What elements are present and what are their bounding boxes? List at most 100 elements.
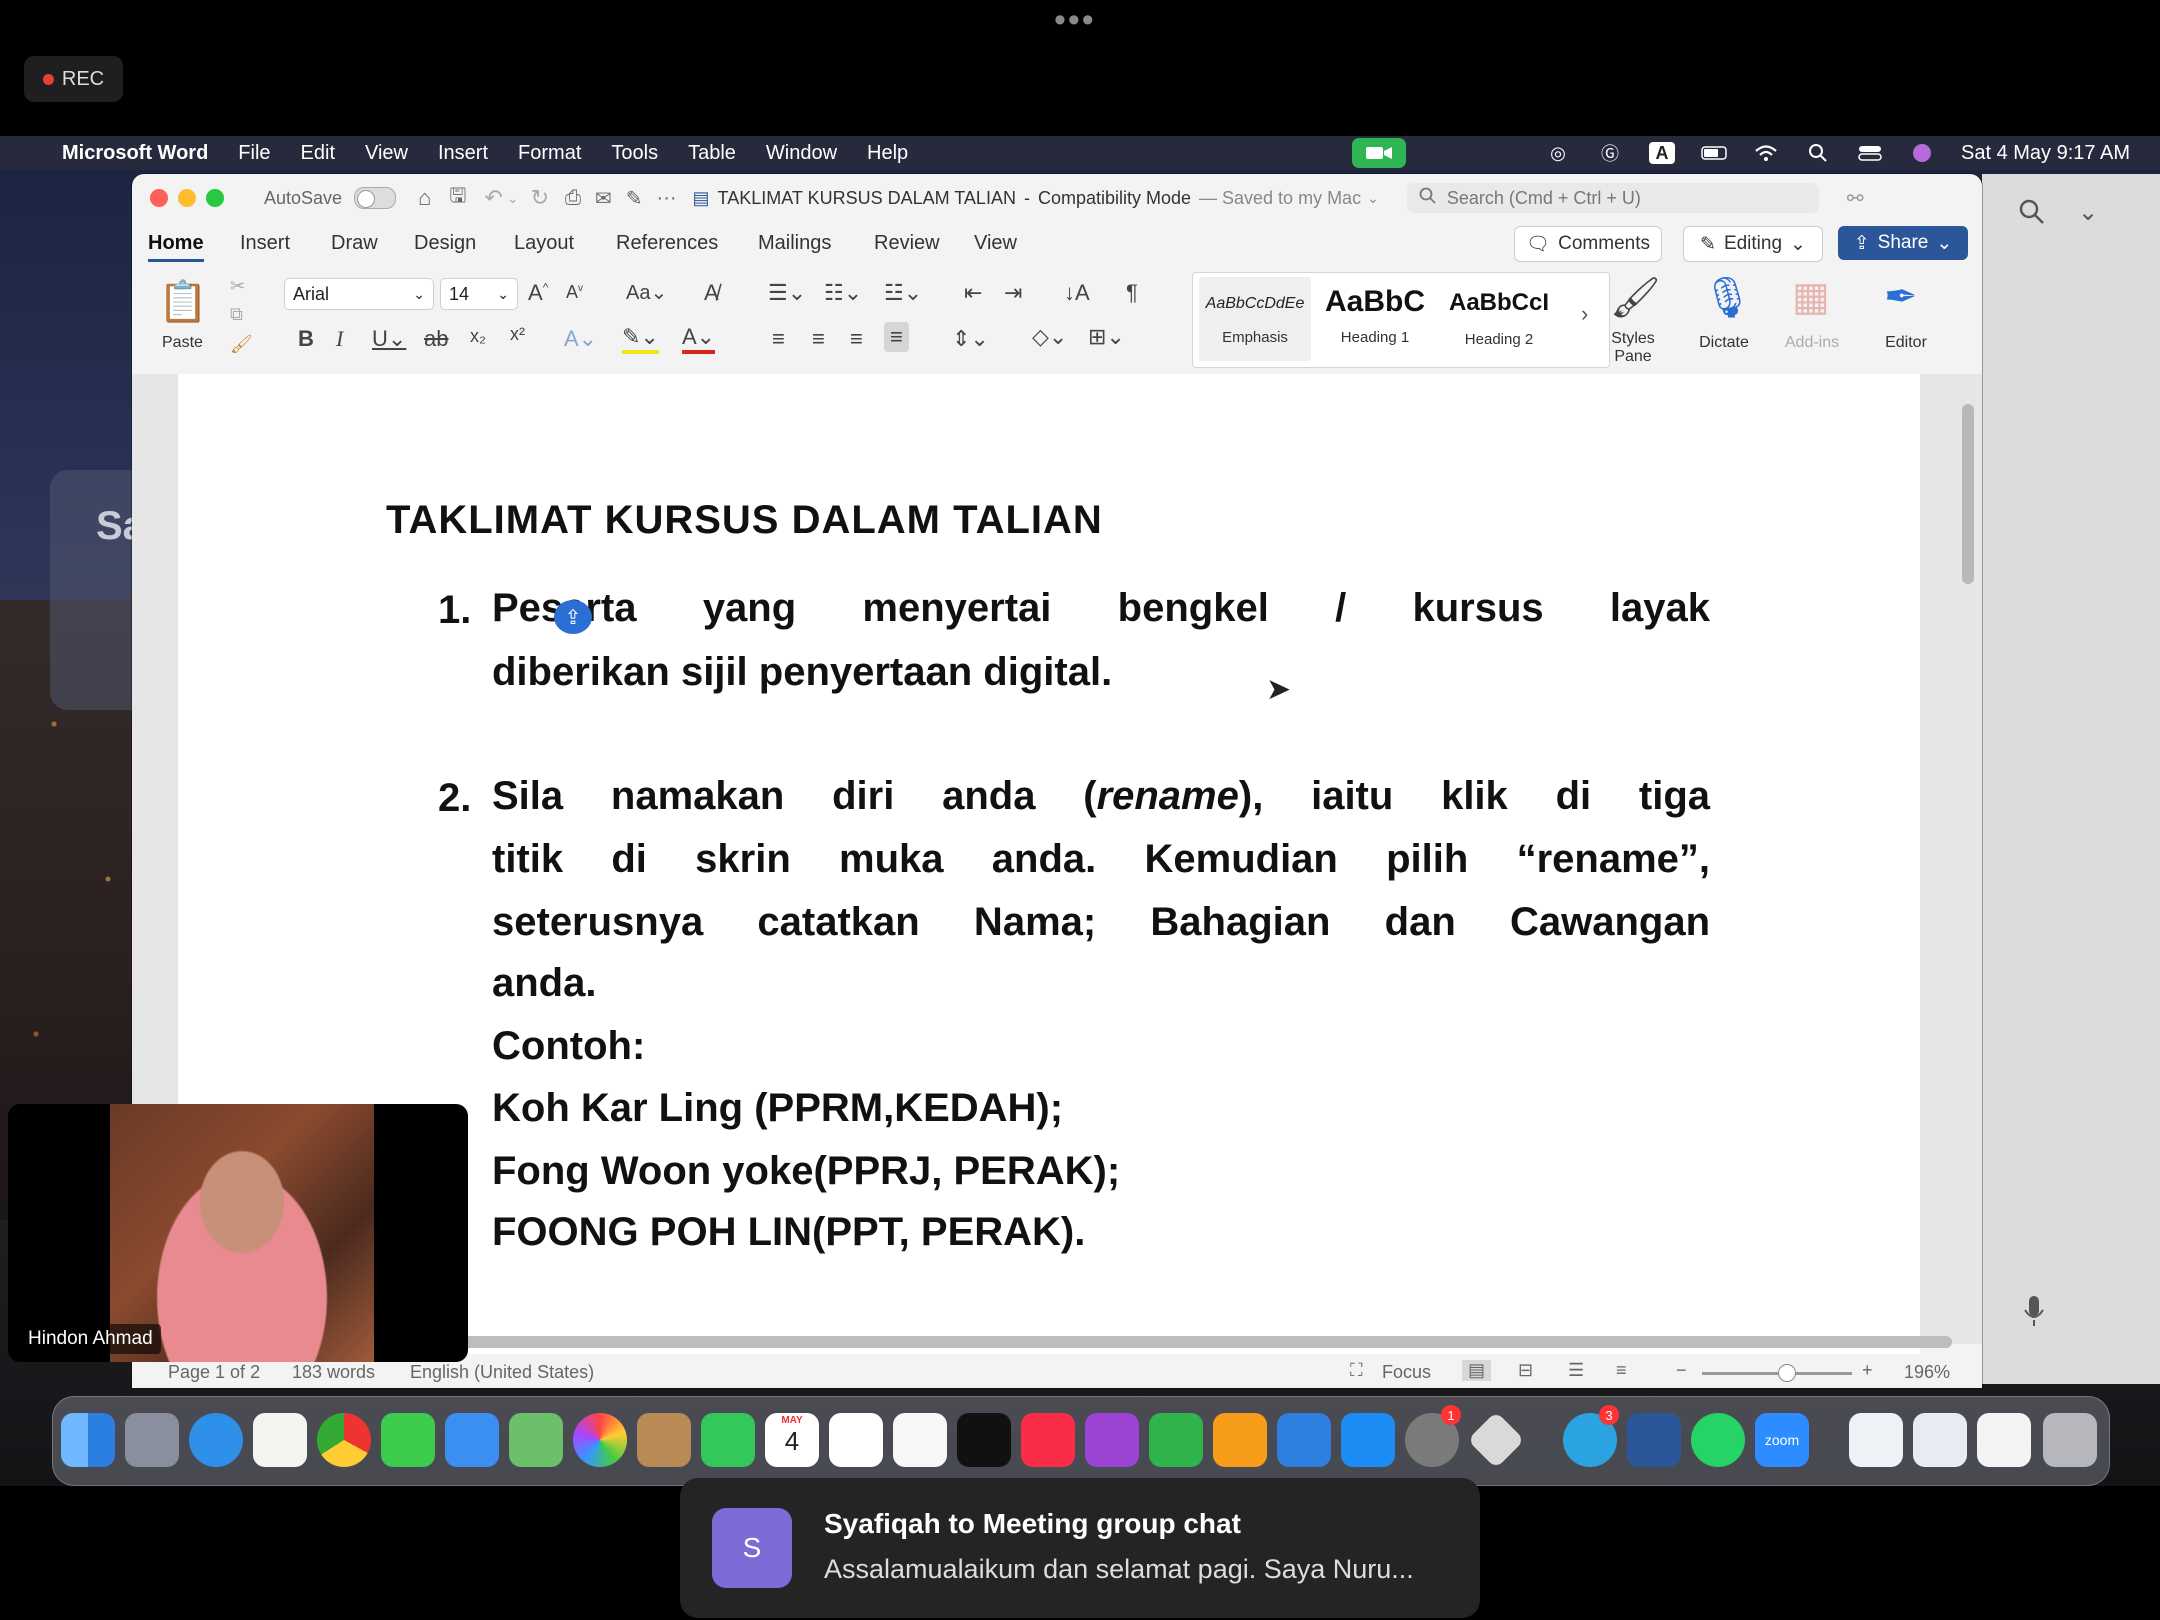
photos-icon[interactable] <box>573 1413 627 1467</box>
search-icon[interactable] <box>2018 198 2046 231</box>
zoom-slider[interactable] <box>1702 1372 1852 1375</box>
grammarly-icon[interactable]: Ⓖ <box>1597 142 1623 164</box>
search-box[interactable]: Search (Cmd + Ctrl + U) <box>1406 183 1819 213</box>
tab-design[interactable]: Design <box>414 232 476 255</box>
microphone-icon[interactable]: 🎙 <box>1702 274 1753 321</box>
email-icon[interactable]: ✉ <box>595 186 612 211</box>
tab-mailings[interactable]: Mailings <box>758 232 831 255</box>
save-icon[interactable]: 🖫 <box>449 181 466 215</box>
numbers-icon[interactable] <box>1149 1413 1203 1467</box>
tab-review[interactable]: Review <box>874 232 940 255</box>
numbering-icon[interactable]: ☷⌄ <box>824 280 862 306</box>
more-options-icon[interactable]: ••• <box>1054 3 1096 37</box>
clear-formatting-icon[interactable]: A̸ <box>704 280 719 306</box>
tab-home[interactable]: Home <box>148 232 204 262</box>
add-ins-icon[interactable]: ▦ <box>1792 274 1830 320</box>
menubar-datetime[interactable]: Sat 4 May 9:17 AM <box>1961 142 2130 165</box>
font-name-select[interactable]: Arial ⌄ <box>284 278 434 310</box>
add-ins-button[interactable]: Add-ins <box>1772 334 1852 352</box>
menu-format[interactable]: Format <box>518 142 581 165</box>
print-layout-icon[interactable]: ▤ <box>1462 1360 1492 1381</box>
style-heading-1[interactable]: AaBbC Heading 1 <box>1319 277 1431 361</box>
page-count[interactable]: Page 1 of 2 <box>168 1362 260 1383</box>
grow-font-icon[interactable]: A^ <box>528 280 548 306</box>
highlight-icon[interactable]: ✎⌄ <box>622 324 659 354</box>
show-formatting-marks-icon[interactable]: ¶ <box>1126 280 1138 306</box>
save-as-icon[interactable]: ✎ <box>626 186 643 211</box>
chevron-down-icon[interactable]: ⌄ <box>1367 190 1379 207</box>
menu-window[interactable]: Window <box>766 142 837 165</box>
tab-layout[interactable]: Layout <box>514 232 574 255</box>
menu-help[interactable]: Help <box>867 142 908 165</box>
safari-icon[interactable] <box>189 1413 243 1467</box>
editor-button[interactable]: Editor <box>1866 334 1946 352</box>
font-color-icon[interactable]: A⌄ <box>682 324 716 354</box>
align-center-icon[interactable]: ≡ <box>812 326 825 352</box>
freeform-icon[interactable] <box>893 1413 947 1467</box>
pages-icon[interactable] <box>1213 1413 1267 1467</box>
menu-app-name[interactable]: Microsoft Word <box>62 142 208 165</box>
system-settings-icon[interactable]: 1 <box>1405 1405 1461 1467</box>
minimize-window-button[interactable] <box>178 189 196 207</box>
menu-table[interactable]: Table <box>688 142 736 165</box>
language-status[interactable]: English (United States) <box>410 1362 594 1383</box>
apple-tv-icon[interactable] <box>957 1413 1011 1467</box>
roblox-icon[interactable] <box>1467 1411 1525 1469</box>
multilevel-list-icon[interactable]: ☳⌄ <box>884 280 922 306</box>
keynote-icon[interactable] <box>1277 1413 1331 1467</box>
cut-icon[interactable]: ✂ <box>230 276 245 297</box>
microphone-icon[interactable] <box>2022 1294 2046 1333</box>
music-icon[interactable] <box>1021 1413 1075 1467</box>
app-store-icon[interactable] <box>1341 1413 1395 1467</box>
input-source-icon[interactable]: A <box>1649 142 1676 164</box>
styles-more-chevron-icon[interactable]: › <box>1581 301 1588 327</box>
bullets-icon[interactable]: ☰⌄ <box>768 280 806 306</box>
close-window-button[interactable] <box>150 189 168 207</box>
downloads-stack-icon[interactable] <box>1913 1413 1967 1467</box>
styles-pane-button[interactable]: Styles Pane <box>1598 330 1668 366</box>
format-painter-icon[interactable]: 🖌 <box>230 334 253 355</box>
menu-file[interactable]: File <box>238 142 270 165</box>
wifi-icon[interactable] <box>1753 142 1779 164</box>
collaborate-icon[interactable]: ⚯ <box>1847 186 1864 211</box>
outline-view-icon[interactable]: ☰ <box>1568 1360 1584 1381</box>
podcasts-icon[interactable] <box>1085 1413 1139 1467</box>
recent-files-icon[interactable] <box>1977 1413 2031 1467</box>
clipboard-icon[interactable]: 📋 <box>158 278 208 325</box>
tab-references[interactable]: References <box>616 232 718 255</box>
chevron-down-icon[interactable]: ⌄ <box>2078 198 2098 227</box>
copy-icon[interactable]: ⧉ <box>230 304 243 325</box>
autosave-toggle[interactable] <box>354 187 397 209</box>
style-emphasis[interactable]: AaBbCcDdEe Emphasis <box>1199 277 1311 361</box>
launchpad-icon[interactable] <box>125 1413 179 1467</box>
zoom-video-menubar-icon[interactable] <box>1352 138 1406 168</box>
microsoft-word-icon[interactable] <box>1627 1413 1681 1467</box>
decrease-indent-icon[interactable]: ⇤ <box>964 280 982 306</box>
dictate-button[interactable]: Dictate <box>1684 334 1764 352</box>
draft-view-icon[interactable]: ≡ <box>1616 1360 1627 1381</box>
focus-icon[interactable]: ⛶ <box>1350 1360 1363 1381</box>
maps-icon[interactable] <box>509 1413 563 1467</box>
word-count[interactable]: 183 words <box>292 1362 375 1383</box>
tab-view[interactable]: View <box>974 232 1017 255</box>
facetime-icon[interactable] <box>701 1413 755 1467</box>
calendar-icon[interactable]: MAY 4 <box>765 1413 819 1467</box>
tab-insert[interactable]: Insert <box>240 232 290 255</box>
zoom-out-icon[interactable]: − <box>1676 1360 1687 1381</box>
style-heading-2[interactable]: AaBbCcI Heading 2 <box>1437 277 1561 361</box>
menu-view[interactable]: View <box>365 142 408 165</box>
focus-button[interactable]: Focus <box>1382 1362 1431 1383</box>
underline-icon[interactable]: U⌄ <box>372 326 406 352</box>
undo-dropdown-icon[interactable]: ⌄ <box>507 190 519 207</box>
chat-notification[interactable]: S Syafiqah to Meeting group chat Assalam… <box>680 1478 1480 1618</box>
creative-cloud-icon[interactable]: ◎ <box>1545 142 1571 164</box>
zoom-slider-handle[interactable] <box>1778 1364 1796 1382</box>
zoom-percentage[interactable]: 196% <box>1904 1362 1950 1383</box>
superscript-icon[interactable]: x² <box>510 324 525 345</box>
text-effects-icon[interactable]: A⌄ <box>564 326 597 352</box>
increase-indent-icon[interactable]: ⇥ <box>1004 280 1022 306</box>
more-commands-icon[interactable]: ··· <box>657 187 677 210</box>
font-size-select[interactable]: 14 ⌄ <box>440 278 518 310</box>
paste-button[interactable]: Paste <box>162 334 203 352</box>
menu-edit[interactable]: Edit <box>301 142 335 165</box>
